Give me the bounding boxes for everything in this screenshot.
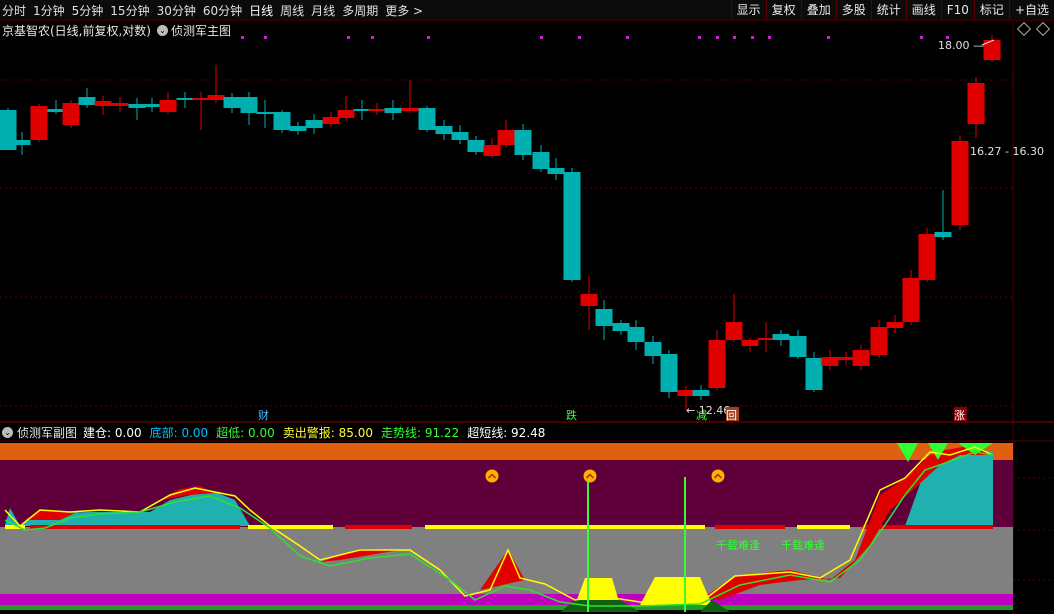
up-arrow-icon <box>711 469 725 483</box>
sub-green-band <box>0 605 1013 610</box>
candle-body <box>418 108 436 130</box>
candle-body <box>305 120 323 128</box>
candle-body <box>368 109 386 111</box>
signal-dot <box>540 36 543 39</box>
candle-body <box>143 104 161 107</box>
candle-body <box>563 172 581 280</box>
signal-dot <box>427 36 430 39</box>
candle-body <box>483 145 501 156</box>
signal-dot <box>578 36 581 39</box>
candle-body <box>435 126 453 134</box>
candle-body <box>757 338 775 340</box>
candle-body <box>176 98 194 100</box>
candle-body <box>547 168 565 174</box>
signal-dot <box>371 36 374 39</box>
candle-body <box>289 126 307 131</box>
candle-body <box>870 327 888 355</box>
candle-body <box>644 342 662 356</box>
candle-body <box>240 97 258 113</box>
candle-body <box>111 103 129 106</box>
candle-body <box>612 323 630 331</box>
signal-dot <box>751 36 754 39</box>
signal-dot <box>626 36 629 39</box>
signal-dot <box>698 36 701 39</box>
candle-body <box>128 104 146 108</box>
sub-magenta-band <box>0 594 1013 605</box>
signal-dot <box>733 36 736 39</box>
signal-dot <box>716 36 719 39</box>
up-arrow-icon <box>485 469 499 483</box>
signal-hui: 回 <box>726 409 737 422</box>
candle-body <box>789 336 807 357</box>
candle-body <box>772 334 790 340</box>
candle-body <box>821 357 839 366</box>
candle-body <box>353 109 371 111</box>
kline-chart[interactable]: 18.00 — 16.27 - 16.30 ← 12.46 财 跌 减 回 涨千载难逢 千载难逢 <box>0 0 1054 614</box>
signal-dot <box>347 36 350 39</box>
candle-body <box>725 322 743 340</box>
candle-body <box>580 294 598 306</box>
candle-body <box>692 390 710 396</box>
candle-body <box>322 117 340 124</box>
candle-body <box>451 132 469 140</box>
candle-body <box>47 109 65 112</box>
candle-body <box>497 130 515 145</box>
signal-die: 跌 <box>566 408 577 422</box>
candle-body <box>660 354 678 392</box>
candle-body <box>192 98 210 100</box>
candle-body <box>30 106 48 140</box>
candle-body <box>902 278 920 322</box>
candle-body <box>514 130 532 155</box>
signal-dot <box>241 36 244 39</box>
candle-body <box>78 97 96 105</box>
signal-dot <box>827 36 830 39</box>
candle-body <box>805 358 823 390</box>
candle-body <box>401 108 419 111</box>
candle-body <box>677 390 695 396</box>
candle-body <box>951 141 969 225</box>
price-range-label: 16.27 - 16.30 <box>970 145 1044 158</box>
candle-body <box>467 140 485 152</box>
candle-body <box>13 140 31 145</box>
candle-body <box>708 340 726 388</box>
signal-jian: 减 <box>696 409 707 422</box>
candle-body <box>886 322 904 328</box>
up-arrow-icon <box>583 469 597 483</box>
signal-zhang: 涨 <box>954 409 965 422</box>
candle-body <box>852 350 870 366</box>
candle-body <box>94 101 112 106</box>
candle-body <box>159 100 177 112</box>
signal-cai: 财 <box>258 408 269 422</box>
candle-body <box>918 234 936 280</box>
signal-dot <box>768 36 771 39</box>
rare-opportunity-label: 千载难逢 <box>716 539 760 552</box>
candle-body <box>223 97 241 108</box>
signal-dot <box>920 36 923 39</box>
candle-body <box>256 112 274 114</box>
candle-body <box>595 309 613 326</box>
candle-body <box>207 95 225 100</box>
price-low-label: ← 12.46 <box>686 404 730 417</box>
candle-body <box>741 340 759 346</box>
candle-body <box>837 357 855 360</box>
price-high-label: 18.00 — <box>938 39 984 52</box>
candle-body <box>337 110 355 118</box>
candle-body <box>62 103 80 125</box>
candle-body <box>934 232 952 237</box>
sub-top-band <box>0 443 1013 460</box>
candle-body <box>384 108 402 113</box>
rare-opportunity-label: 千载难逢 <box>781 539 825 552</box>
candle-body <box>967 83 985 124</box>
candle-body <box>627 327 645 342</box>
candle-body <box>532 152 550 169</box>
candle-body <box>273 112 291 130</box>
signal-dot <box>264 36 267 39</box>
